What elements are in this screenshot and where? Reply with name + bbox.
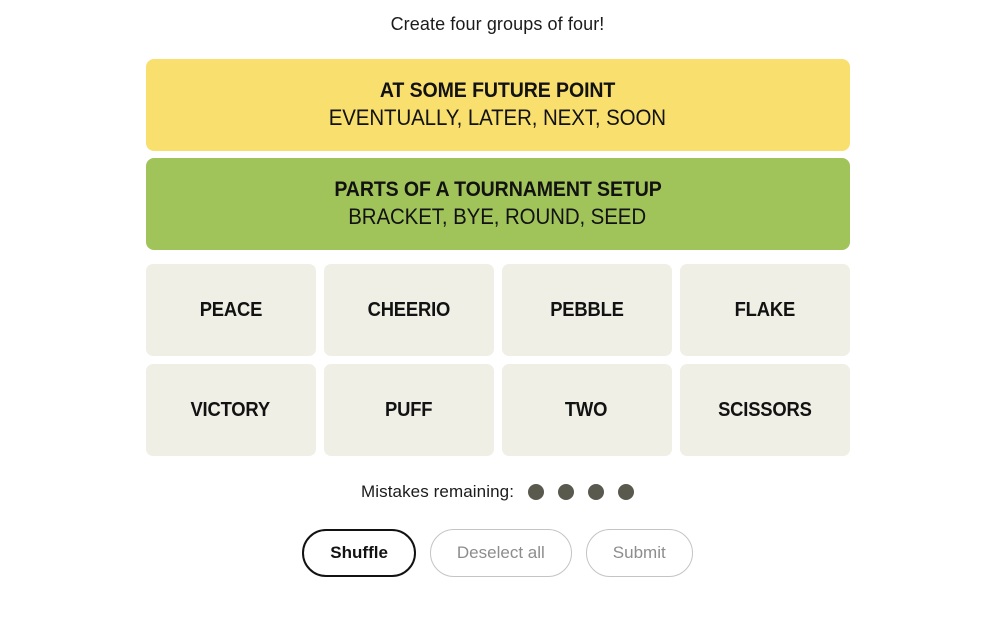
action-buttons: Shuffle Deselect all Submit [302,529,693,577]
mistake-dot [618,484,635,500]
mistake-dot [588,484,605,500]
word-tile-label: VICTORY [190,399,271,421]
word-tile[interactable]: TWO [501,364,672,456]
tile-grid: PEACE CHEERIO PEBBLE FLAKE VICTORY PUFF TWO SCI… [145,264,850,456]
solved-groups-container: AT SOME FUTURE POINT EVENTUALLY, LATER, N… [145,59,850,250]
word-tile-label: SCISSORS [717,399,812,421]
solved-group-members: EVENTUALLY, LATER, NEXT, SOON [328,105,667,130]
word-tile-label: PEACE [199,299,262,321]
word-tile-label: FLAKE [734,299,795,321]
word-tile[interactable]: PUFF [323,364,494,456]
word-tile[interactable]: FLAKE [679,264,850,356]
word-tile-label: PEBBLE [549,299,624,321]
solved-group-green: PARTS OF A TOURNAMENT SETUP BRACKET, BYE,… [145,158,850,250]
word-tile[interactable]: VICTORY [145,364,316,456]
instruction-text: Create four groups of four! [390,14,605,34]
word-tile[interactable]: CHEERIO [323,264,494,356]
solved-group-members: BRACKET, BYE, ROUND, SEED [348,204,647,229]
mistakes-label: Mistakes remaining: [360,482,515,501]
mistake-dots [528,484,635,500]
word-tile[interactable]: PEBBLE [501,264,672,356]
word-tile-label: PUFF [384,399,433,421]
word-tile-label: TWO [565,399,608,421]
word-tile[interactable]: PEACE [145,264,316,356]
mistake-dot [528,484,545,500]
submit-button: Submit [585,529,693,577]
solved-group-title: AT SOME FUTURE POINT [379,79,616,102]
solved-group-title: PARTS OF A TOURNAMENT SETUP [333,178,662,201]
puzzle-board: AT SOME FUTURE POINT EVENTUALLY, LATER, N… [145,59,850,456]
deselect-all-button: Deselect all [429,529,572,577]
word-tile-label: CHEERIO [367,299,450,321]
connections-game: Create four groups of four! AT SOME FUTU… [0,0,995,628]
shuffle-button[interactable]: Shuffle [302,529,416,577]
mistakes-remaining: Mistakes remaining: [360,482,635,502]
mistake-dot [558,484,575,500]
word-tile[interactable]: SCISSORS [679,364,850,456]
solved-group-yellow: AT SOME FUTURE POINT EVENTUALLY, LATER, N… [145,59,850,151]
